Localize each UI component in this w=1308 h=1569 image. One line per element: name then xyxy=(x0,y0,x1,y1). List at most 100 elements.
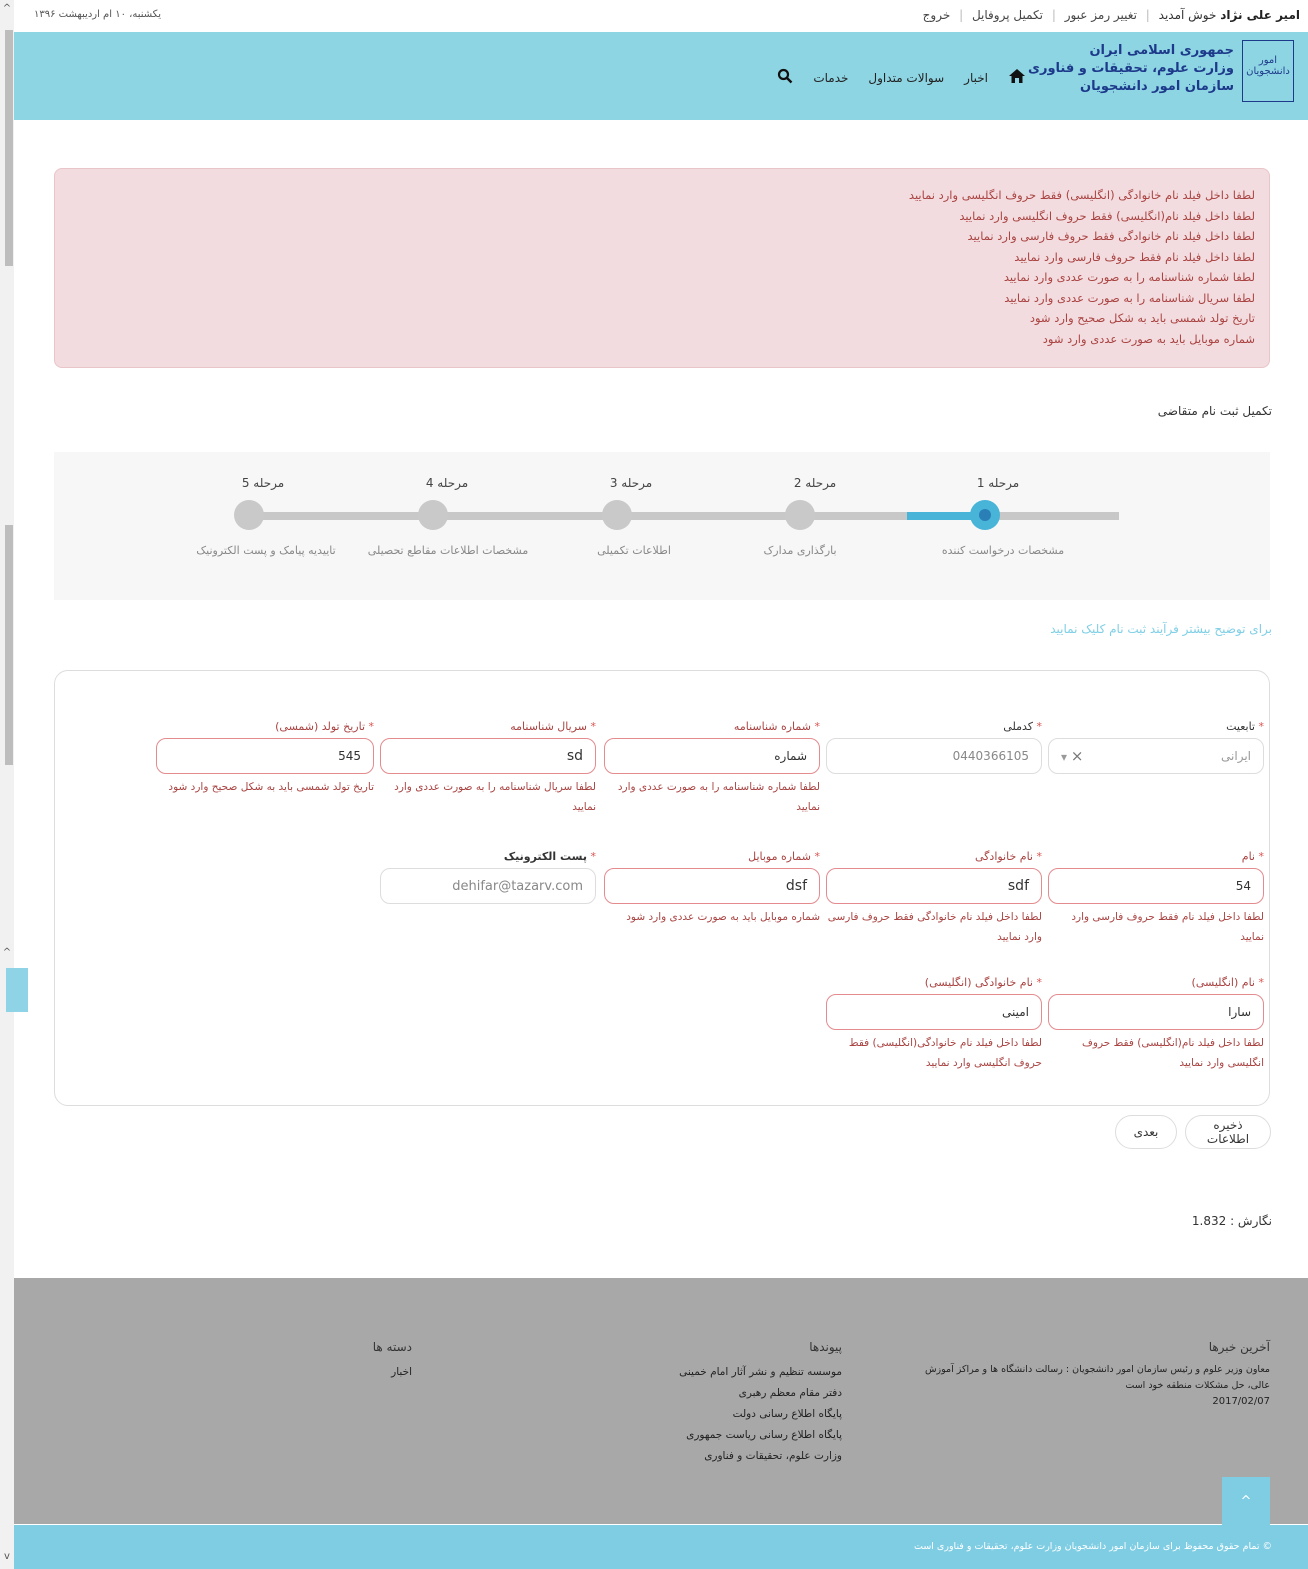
footer-links: پیوندها موسسه تنظیم و نشر آثار امام خمین… xyxy=(582,1340,842,1467)
step-1-dot[interactable] xyxy=(970,500,1000,530)
step-3-title: مرحله 3 xyxy=(609,476,653,490)
user-name: امیر علی نژاد xyxy=(1220,8,1300,22)
alert-message: لطفا داخل فیلد نام خانوادگی (انگلیسی) فق… xyxy=(908,188,1255,202)
alert-message: لطفا سریال شناسنامه را به صورت عددی وارد… xyxy=(1004,290,1255,305)
step-2-dot[interactable] xyxy=(785,500,815,530)
step-5-dot[interactable] xyxy=(234,500,264,530)
last-name-input[interactable]: sdf xyxy=(826,868,1042,904)
email-field: * پست الکترونیک dehifar@tazarv.com xyxy=(380,850,596,904)
save-button[interactable]: ذخیره اطلاعات xyxy=(1185,1115,1271,1149)
nav-news[interactable]: اخبار xyxy=(964,71,988,85)
birth-date-error: تاریخ تولد شمسی باید به شکل صحیح وارد شو… xyxy=(168,781,374,793)
step-3-dot[interactable] xyxy=(602,500,632,530)
alert-message: لطفا داخل فیلد نام خانوادگی فقط حروف فار… xyxy=(967,229,1255,243)
registration-steps: مرحله 1 مشخصات درخواست کننده مرحله 2 بار… xyxy=(54,452,1270,600)
logout-link[interactable]: خروج xyxy=(923,8,951,22)
side-tab[interactable] xyxy=(6,968,28,1012)
first-name-value: 54 xyxy=(1235,879,1251,893)
step-4-dot[interactable] xyxy=(418,500,448,530)
first-name-en-input[interactable]: سارا xyxy=(1048,994,1264,1030)
last-name-en-error: لطفا داخل فیلد نام خانوادگی(انگلیسی) فقط… xyxy=(848,1037,1042,1069)
user-menu: امیر علی نژاد خوش آمدید | تغییر رمز عبور… xyxy=(923,8,1300,22)
site-logo[interactable]: امور دانشجویان xyxy=(1242,40,1294,102)
copyright-text: © تمام حقوق محفوظ برای سازمان امور دانشج… xyxy=(913,1541,1272,1552)
national-code-field: * کدملی 0440366105 xyxy=(826,720,1042,774)
site-header: امور دانشجویان جمهوری اسلامی ایران وزارت… xyxy=(14,32,1308,120)
alert-message: لطفا داخل فیلد نام فقط حروف فارسی وارد ن… xyxy=(1014,249,1255,264)
version-label: نگارش : 1.832 xyxy=(1191,1214,1272,1228)
brand-title: جمهوری اسلامی ایران وزارت علوم، تحقیقات … xyxy=(1028,42,1234,96)
footer-link[interactable]: پایگاه اطلاع رسانی ریاست جمهوری xyxy=(582,1425,842,1446)
first-name-error: لطفا داخل فیلد نام فقط حروف فارسی وارد ن… xyxy=(1071,911,1264,943)
scrollbar-thumb-secondary[interactable] xyxy=(5,525,13,765)
scroll-marker-icon: ^ xyxy=(2,947,12,958)
birth-date-value: 545 xyxy=(338,749,361,763)
top-bar: یکشنبه، ۱۰ ام اردیبهشت ۱۳۹۶ امیر علی نژا… xyxy=(14,0,1308,32)
id-serial-value: sd xyxy=(566,748,583,764)
clear-icon[interactable]: × xyxy=(1071,747,1084,765)
step-5-title: مرحله 5 xyxy=(241,476,285,490)
nav-services[interactable]: خدمات xyxy=(813,71,848,85)
back-to-top-button[interactable]: ^ xyxy=(1222,1477,1270,1525)
registration-help-link[interactable]: برای توضیح بیشتر فرآیند ثبت نام کلیک نما… xyxy=(1050,622,1272,636)
alert-message: تاریخ تولد شمسی باید به شکل صحیح وارد شو… xyxy=(1029,311,1255,325)
divider: | xyxy=(959,8,964,22)
footer-link[interactable]: پایگاه اطلاع رسانی دولت xyxy=(582,1404,842,1425)
id-number-value: شماره xyxy=(774,749,807,763)
change-password-link[interactable]: تغییر رمز عبور xyxy=(1065,8,1137,22)
home-icon[interactable] xyxy=(1008,68,1026,88)
id-number-input[interactable]: شماره xyxy=(604,738,820,774)
mobile-label: شماره موبایل xyxy=(748,850,811,863)
validation-alert: لطفا داخل فیلد نام خانوادگی (انگلیسی) فق… xyxy=(54,168,1270,368)
step-5-label: تاییدیه پیامک و پست الکترونیک xyxy=(196,544,336,557)
footer-link[interactable]: وزارت علوم، تحقیقات و فناوری xyxy=(582,1446,842,1467)
nav-faq[interactable]: سوالات متداول xyxy=(868,71,944,85)
first-name-input[interactable]: 54 xyxy=(1048,868,1264,904)
national-code-value: 0440366105 xyxy=(952,749,1029,763)
required-mark: * xyxy=(1036,850,1043,863)
mobile-field: * شماره موبایل dsf شماره موبایل باید به … xyxy=(604,850,820,927)
main-nav: اخبار سوالات متداول خدمات xyxy=(777,68,1026,88)
required-mark: * xyxy=(1036,976,1043,989)
first-name-en-field: * نام (انگلیسی) سارا لطفا داخل فیلد نام(… xyxy=(1048,976,1264,1073)
id-serial-input[interactable]: sd xyxy=(380,738,596,774)
nationality-select[interactable]: ایرانی ▾ × xyxy=(1048,738,1264,774)
birth-date-input[interactable]: 545 xyxy=(156,738,374,774)
divider: | xyxy=(1145,8,1150,22)
mobile-input[interactable]: dsf xyxy=(604,868,820,904)
next-button[interactable]: بعدی xyxy=(1115,1115,1177,1149)
divider: | xyxy=(1051,8,1056,22)
page-scrollbar[interactable]: ^ ^ v xyxy=(0,0,14,1569)
search-icon[interactable] xyxy=(777,68,793,88)
id-serial-error: لطفا سریال شناسنامه را به صورت عددی وارد… xyxy=(394,781,596,813)
footer-news: آخرین خبرها معاون وزیر علوم و رئیس سازما… xyxy=(910,1340,1270,1410)
scrollbar-thumb[interactable] xyxy=(5,30,13,266)
step-4-title: مرحله 4 xyxy=(425,476,469,490)
required-mark: * xyxy=(590,850,597,863)
first-name-en-error: لطفا داخل فیلد نام(انگلیسی) فقط حروف انگ… xyxy=(1082,1037,1264,1069)
step-2-title: مرحله 2 xyxy=(793,476,837,490)
scroll-up-arrow-icon[interactable]: ^ xyxy=(0,2,14,16)
last-name-en-input[interactable]: امینی xyxy=(826,994,1042,1030)
step-1-title: مرحله 1 xyxy=(976,476,1020,490)
footer-news-item[interactable]: معاون وزیر علوم و رئیس سازمان امور دانشج… xyxy=(910,1362,1270,1394)
id-number-field: * شماره شناسنامه شماره لطفا شماره شناسنا… xyxy=(604,720,820,817)
required-mark: * xyxy=(368,720,375,733)
id-serial-label: سریال شناسنامه xyxy=(510,720,587,733)
national-code-input[interactable]: 0440366105 xyxy=(826,738,1042,774)
id-number-error: لطفا شماره شناسنامه را به صورت عددی وارد… xyxy=(617,781,820,813)
required-mark: * xyxy=(1258,720,1265,733)
email-input[interactable]: dehifar@tazarv.com xyxy=(380,868,596,904)
footer-link[interactable]: موسسه تنظیم و نشر آثار امام خمینی xyxy=(582,1362,842,1383)
footer-link[interactable]: دفتر مقام معظم رهبری xyxy=(582,1383,842,1404)
last-name-en-field: * نام خانوادگی (انگلیسی) امینی لطفا داخل… xyxy=(826,976,1042,1073)
id-serial-field: * سریال شناسنامه sd لطفا سریال شناسنامه … xyxy=(380,720,596,817)
step-1-label: مشخصات درخواست کننده xyxy=(941,544,1065,557)
scroll-down-arrow-icon[interactable]: v xyxy=(0,1550,14,1564)
chevron-down-icon[interactable]: ▾ xyxy=(1061,750,1067,764)
footer-category-link[interactable]: اخبار xyxy=(252,1362,412,1383)
email-label: پست الکترونیک xyxy=(503,850,587,863)
complete-profile-link[interactable]: تکمیل پروفایل xyxy=(972,8,1043,22)
footer-categories-title: دسته ها xyxy=(372,1340,412,1354)
last-name-value: sdf xyxy=(1007,878,1029,894)
